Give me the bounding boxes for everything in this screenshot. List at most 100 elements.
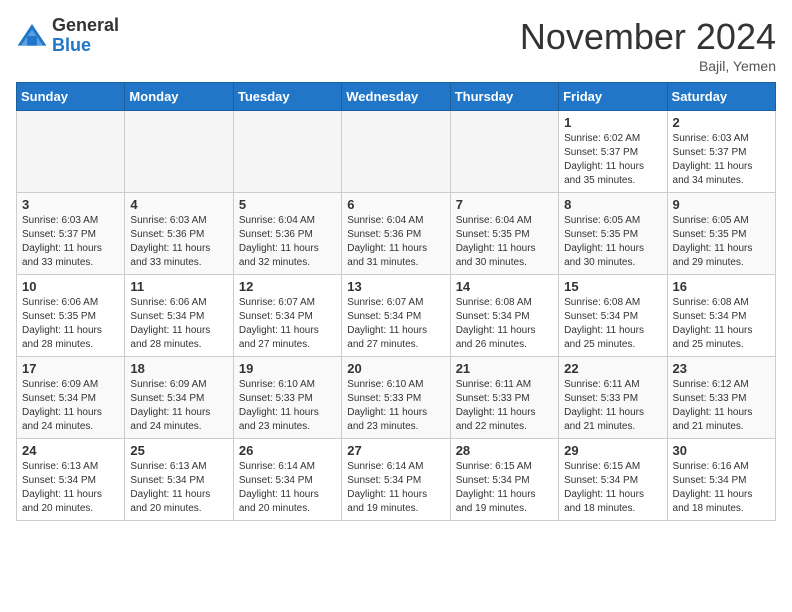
calendar-cell: 6 Sunrise: 6:04 AM Sunset: 5:36 PM Daylig…	[342, 193, 450, 275]
day-number: 15	[564, 279, 661, 294]
calendar-cell: 1 Sunrise: 6:02 AM Sunset: 5:37 PM Daylig…	[559, 111, 667, 193]
calendar-cell: 10 Sunrise: 6:06 AM Sunset: 5:35 PM Dayli…	[17, 275, 125, 357]
calendar-cell: 30Sunrise: 6:16 AM Sunset: 5:34 PM Dayli…	[667, 439, 775, 521]
day-info: Sunrise: 6:09 AM Sunset: 5:34 PM Dayligh…	[22, 378, 119, 434]
day-info: Sunrise: 6:16 AM Sunset: 5:34 PM Dayligh…	[673, 460, 770, 516]
weekday-header-monday: Monday	[125, 83, 233, 111]
weekday-header-row: SundayMondayTuesdayWednesdayThursdayFrid…	[17, 83, 776, 111]
calendar-cell: 28 Sunrise: 6:15 AM Sunset: 5:34 PM Dayli…	[450, 439, 558, 521]
logo-icon	[16, 20, 48, 52]
day-info: Sunrise: 6:03 AM Sunset: 5:37 PM Dayligh…	[22, 214, 119, 270]
day-info: Sunrise: 6:11 AM Sunset: 5:33 PM Dayligh…	[456, 378, 553, 434]
calendar-cell: 27Sunrise: 6:14 AM Sunset: 5:34 PM Dayli…	[342, 439, 450, 521]
day-info: Sunrise: 6:05 AM Sunset: 5:35 PM Dayligh…	[673, 214, 770, 270]
weekday-header-saturday: Saturday	[667, 83, 775, 111]
calendar-cell: 13Sunrise: 6:07 AM Sunset: 5:34 PM Dayli…	[342, 275, 450, 357]
day-info: Sunrise: 6:07 AM Sunset: 5:34 PM Dayligh…	[239, 296, 336, 352]
title-block: November 2024 Bajil, Yemen	[520, 16, 776, 74]
day-info: Sunrise: 6:04 AM Sunset: 5:36 PM Dayligh…	[347, 214, 444, 270]
day-number: 19	[239, 361, 336, 376]
week-row-1: 1 Sunrise: 6:02 AM Sunset: 5:37 PM Daylig…	[17, 111, 776, 193]
day-info: Sunrise: 6:02 AM Sunset: 5:37 PM Dayligh…	[564, 132, 661, 188]
weekday-header-tuesday: Tuesday	[233, 83, 341, 111]
day-number: 1	[564, 115, 661, 130]
day-number: 2	[673, 115, 770, 130]
calendar-cell	[125, 111, 233, 193]
calendar-cell: 29Sunrise: 6:15 AM Sunset: 5:34 PM Dayli…	[559, 439, 667, 521]
day-number: 16	[673, 279, 770, 294]
calendar-cell: 22Sunrise: 6:11 AM Sunset: 5:33 PM Dayli…	[559, 357, 667, 439]
calendar-cell: 26Sunrise: 6:14 AM Sunset: 5:34 PM Dayli…	[233, 439, 341, 521]
calendar-cell	[17, 111, 125, 193]
calendar-cell: 25Sunrise: 6:13 AM Sunset: 5:34 PM Dayli…	[125, 439, 233, 521]
day-number: 4	[130, 197, 227, 212]
calendar-cell: 5 Sunrise: 6:04 AM Sunset: 5:36 PM Daylig…	[233, 193, 341, 275]
calendar-cell: 3 Sunrise: 6:03 AM Sunset: 5:37 PM Daylig…	[17, 193, 125, 275]
day-info: Sunrise: 6:07 AM Sunset: 5:34 PM Dayligh…	[347, 296, 444, 352]
day-info: Sunrise: 6:10 AM Sunset: 5:33 PM Dayligh…	[239, 378, 336, 434]
day-number: 18	[130, 361, 227, 376]
day-number: 10	[22, 279, 119, 294]
day-info: Sunrise: 6:08 AM Sunset: 5:34 PM Dayligh…	[456, 296, 553, 352]
day-number: 6	[347, 197, 444, 212]
day-info: Sunrise: 6:06 AM Sunset: 5:34 PM Dayligh…	[130, 296, 227, 352]
day-info: Sunrise: 6:04 AM Sunset: 5:36 PM Dayligh…	[239, 214, 336, 270]
location: Bajil, Yemen	[520, 58, 776, 74]
day-number: 17	[22, 361, 119, 376]
week-row-4: 17 Sunrise: 6:09 AM Sunset: 5:34 PM Dayli…	[17, 357, 776, 439]
calendar-cell: 9Sunrise: 6:05 AM Sunset: 5:35 PM Daylig…	[667, 193, 775, 275]
calendar-cell: 2 Sunrise: 6:03 AM Sunset: 5:37 PM Daylig…	[667, 111, 775, 193]
calendar-cell: 15 Sunrise: 6:08 AM Sunset: 5:34 PM Dayli…	[559, 275, 667, 357]
calendar-cell	[450, 111, 558, 193]
day-number: 21	[456, 361, 553, 376]
day-number: 27	[347, 443, 444, 458]
day-number: 8	[564, 197, 661, 212]
day-info: Sunrise: 6:14 AM Sunset: 5:34 PM Dayligh…	[239, 460, 336, 516]
day-number: 23	[673, 361, 770, 376]
week-row-5: 24 Sunrise: 6:13 AM Sunset: 5:34 PM Dayli…	[17, 439, 776, 521]
weekday-header-thursday: Thursday	[450, 83, 558, 111]
day-info: Sunrise: 6:10 AM Sunset: 5:33 PM Dayligh…	[347, 378, 444, 434]
weekday-header-sunday: Sunday	[17, 83, 125, 111]
day-number: 11	[130, 279, 227, 294]
day-number: 20	[347, 361, 444, 376]
day-number: 7	[456, 197, 553, 212]
day-info: Sunrise: 6:13 AM Sunset: 5:34 PM Dayligh…	[22, 460, 119, 516]
calendar-cell: 24 Sunrise: 6:13 AM Sunset: 5:34 PM Dayli…	[17, 439, 125, 521]
day-info: Sunrise: 6:15 AM Sunset: 5:34 PM Dayligh…	[564, 460, 661, 516]
weekday-header-friday: Friday	[559, 83, 667, 111]
calendar-cell: 17 Sunrise: 6:09 AM Sunset: 5:34 PM Dayli…	[17, 357, 125, 439]
day-info: Sunrise: 6:06 AM Sunset: 5:35 PM Dayligh…	[22, 296, 119, 352]
day-info: Sunrise: 6:03 AM Sunset: 5:36 PM Dayligh…	[130, 214, 227, 270]
month-title: November 2024	[520, 16, 776, 58]
calendar-cell: 16 Sunrise: 6:08 AM Sunset: 5:34 PM Dayli…	[667, 275, 775, 357]
day-info: Sunrise: 6:11 AM Sunset: 5:33 PM Dayligh…	[564, 378, 661, 434]
calendar-cell: 14Sunrise: 6:08 AM Sunset: 5:34 PM Dayli…	[450, 275, 558, 357]
day-number: 3	[22, 197, 119, 212]
day-info: Sunrise: 6:08 AM Sunset: 5:34 PM Dayligh…	[564, 296, 661, 352]
day-info: Sunrise: 6:15 AM Sunset: 5:34 PM Dayligh…	[456, 460, 553, 516]
day-info: Sunrise: 6:08 AM Sunset: 5:34 PM Dayligh…	[673, 296, 770, 352]
day-info: Sunrise: 6:12 AM Sunset: 5:33 PM Dayligh…	[673, 378, 770, 434]
calendar-cell: 4 Sunrise: 6:03 AM Sunset: 5:36 PM Daylig…	[125, 193, 233, 275]
calendar-cell: 8 Sunrise: 6:05 AM Sunset: 5:35 PM Daylig…	[559, 193, 667, 275]
day-number: 24	[22, 443, 119, 458]
day-info: Sunrise: 6:13 AM Sunset: 5:34 PM Dayligh…	[130, 460, 227, 516]
day-info: Sunrise: 6:03 AM Sunset: 5:37 PM Dayligh…	[673, 132, 770, 188]
calendar-cell: 12Sunrise: 6:07 AM Sunset: 5:34 PM Dayli…	[233, 275, 341, 357]
calendar-cell	[342, 111, 450, 193]
day-info: Sunrise: 6:04 AM Sunset: 5:35 PM Dayligh…	[456, 214, 553, 270]
day-number: 5	[239, 197, 336, 212]
week-row-3: 10 Sunrise: 6:06 AM Sunset: 5:35 PM Dayli…	[17, 275, 776, 357]
calendar-cell: 11 Sunrise: 6:06 AM Sunset: 5:34 PM Dayli…	[125, 275, 233, 357]
logo-general: General	[52, 16, 119, 36]
calendar-table: SundayMondayTuesdayWednesdayThursdayFrid…	[16, 82, 776, 521]
day-info: Sunrise: 6:05 AM Sunset: 5:35 PM Dayligh…	[564, 214, 661, 270]
day-info: Sunrise: 6:09 AM Sunset: 5:34 PM Dayligh…	[130, 378, 227, 434]
calendar-cell: 23 Sunrise: 6:12 AM Sunset: 5:33 PM Dayli…	[667, 357, 775, 439]
page-header: General Blue November 2024 Bajil, Yemen	[16, 16, 776, 74]
logo-text: General Blue	[52, 16, 119, 56]
calendar-cell	[233, 111, 341, 193]
logo: General Blue	[16, 16, 119, 56]
day-number: 28	[456, 443, 553, 458]
